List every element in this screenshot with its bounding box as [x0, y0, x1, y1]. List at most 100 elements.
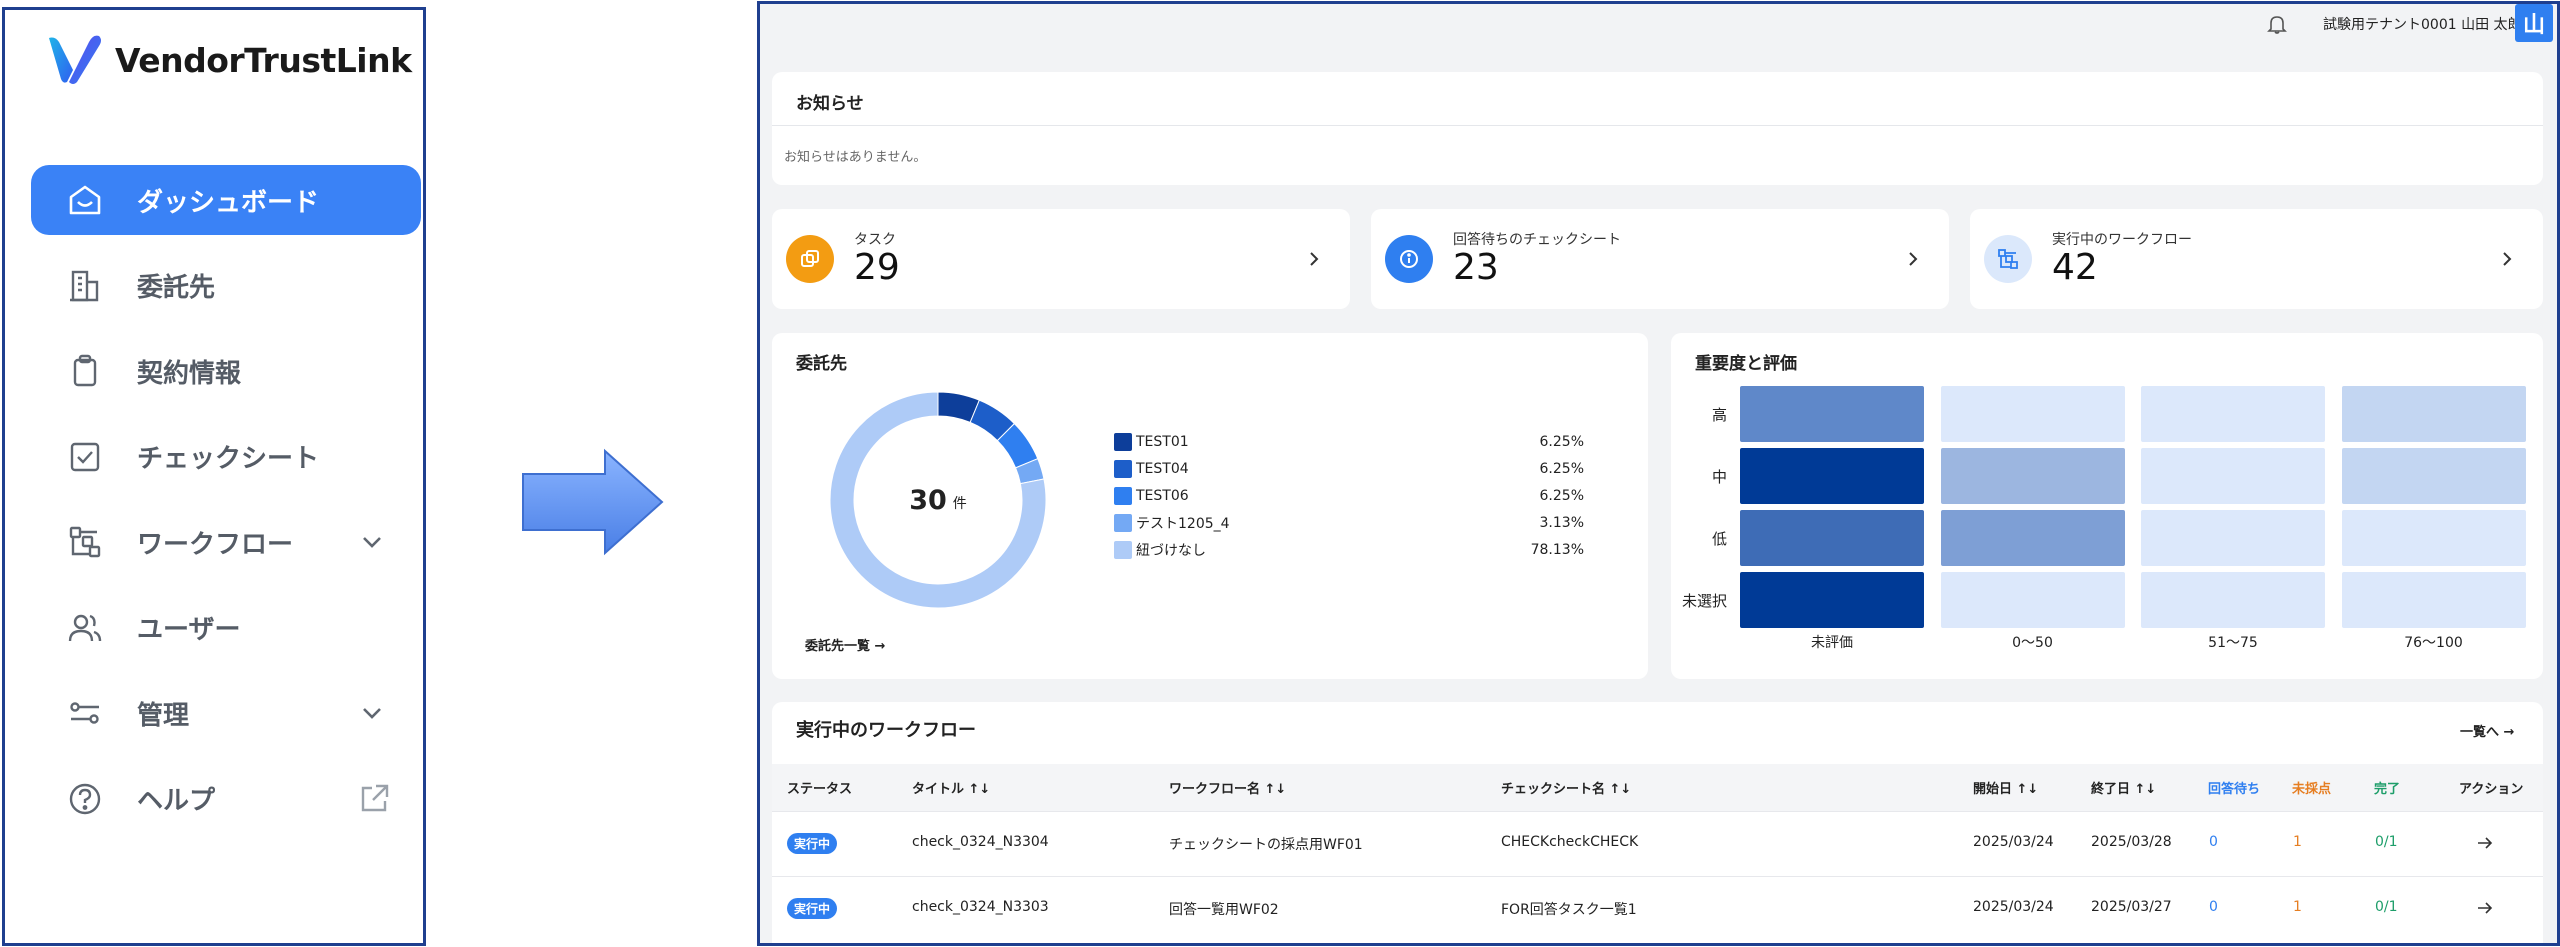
matrix-col-label: 0〜50	[2012, 635, 2053, 651]
matrix-cell[interactable]	[1940, 510, 2125, 566]
sidebar-item-label: 管理	[137, 700, 190, 731]
legend-swatch	[1114, 486, 1132, 505]
sidebar-item-dashboard[interactable]: ダッシュボード	[31, 165, 421, 235]
legend-name: テスト1205_4	[1136, 515, 1230, 532]
cell-workflow: 回答一覧用WF02	[1169, 902, 1279, 918]
bell-icon[interactable]	[2266, 13, 2288, 35]
matrix-cell[interactable]	[1940, 572, 2125, 628]
matrix-cell[interactable]	[2341, 572, 2526, 628]
matrix-cell[interactable]	[2141, 386, 2325, 442]
importance-matrix-card: 重要度と評価 高中低未選択 未評価 0〜50 51〜75 76〜100	[1671, 333, 2543, 679]
col-workflow[interactable]: ワークフロー名 ↑↓	[1169, 778, 1286, 797]
sidebar-item-label: 委託先	[137, 273, 216, 303]
building-icon	[65, 266, 105, 306]
cell-end: 2025/03/28	[2091, 834, 2172, 850]
tenant-user-label[interactable]: 試験用テナント0001 山田 太郎	[2323, 14, 2522, 34]
col-waiting: 回答待ち	[2208, 782, 2261, 797]
notice-body: お知らせはありません。	[784, 150, 927, 165]
logo[interactable]: VendorTrustLink	[45, 32, 412, 88]
workflow-list-link[interactable]: 一覧へ →	[2460, 721, 2514, 740]
cell-title: check_0324_N3304	[912, 834, 1049, 850]
status-badge: 実行中	[787, 898, 838, 919]
matrix-cell[interactable]	[1940, 448, 2125, 504]
workflows-card: 実行中のワークフロー 一覧へ → ステータス タイトル ↑↓ ワークフロー名 ↑…	[772, 702, 2543, 943]
table-header: ステータス タイトル ↑↓ ワークフロー名 ↑↓ チェックシート名 ↑↓ 開始日…	[772, 764, 2543, 811]
sidebar-item-users[interactable]: ユーザー	[31, 593, 421, 663]
sidebar-item-vendors[interactable]: 委託先	[31, 251, 421, 321]
home-icon	[65, 180, 105, 220]
matrix-cell[interactable]	[1740, 386, 1924, 442]
cell-checksheet: CHECKcheckCHECK	[1501, 834, 1639, 850]
col-unscored: 未採点	[2292, 782, 2332, 797]
external-link-icon	[361, 784, 389, 811]
matrix-row-label: 中	[1711, 468, 1727, 486]
col-start[interactable]: 開始日 ↑↓	[1973, 778, 2038, 797]
vendor-total-unit: 件	[952, 496, 967, 512]
logo-icon	[49, 35, 101, 84]
arrow-right-icon[interactable]	[2475, 898, 2495, 918]
legend-swatch	[1114, 513, 1132, 532]
stat-value: 29	[854, 247, 900, 288]
legend-swatch	[1114, 540, 1132, 559]
legend-name: TEST06	[1136, 487, 1189, 504]
legend-item: 紐づけなし 78.13%	[1114, 536, 1584, 563]
legend-percent: 3.13%	[1539, 514, 1584, 531]
table-row[interactable]: 実行中 check_0324_N3303 回答一覧用WF02 FOR回答タスク一覧1 2…	[772, 876, 2543, 940]
sidebar-item-label: ユーザー	[137, 615, 241, 645]
legend-percent: 6.25%	[1539, 433, 1584, 450]
vendor-list-link[interactable]: 委託先一覧 →	[805, 635, 885, 654]
stat-label: タスク	[854, 232, 896, 248]
matrix-cell[interactable]	[1740, 448, 1924, 504]
legend-percent: 6.25%	[1539, 487, 1584, 504]
help-icon	[65, 779, 105, 819]
legend-item: TEST01 6.25%	[1114, 428, 1584, 455]
cell-workflow: チェックシートの採点用WF01	[1169, 837, 1363, 853]
sidebar-item-label: ヘルプ	[137, 786, 216, 816]
sidebar-item-contracts[interactable]: 契約情報	[31, 336, 421, 406]
matrix-cell[interactable]	[2341, 386, 2526, 442]
status-badge: 実行中	[787, 833, 838, 854]
col-title[interactable]: タイトル ↑↓	[912, 778, 990, 797]
col-end[interactable]: 終了日 ↑↓	[2091, 778, 2156, 797]
clipboard-icon	[65, 351, 105, 391]
sidebar-item-help[interactable]: ヘルプ	[31, 764, 421, 834]
table-row[interactable]: 実行中 check_0324_N3304 チェックシートの採点用WF01 CHECKc…	[772, 811, 2543, 875]
stat-label: 回答待ちのチェックシート	[1453, 232, 1621, 248]
matrix-cell[interactable]	[2341, 448, 2526, 504]
right-arrow-icon	[522, 448, 664, 556]
sidebar-item-workflows[interactable]: ワークフロー	[31, 507, 421, 577]
chevron-right-icon	[1310, 252, 1319, 266]
matrix-cell[interactable]	[2341, 510, 2526, 566]
col-checksheet[interactable]: チェックシート名 ↑↓	[1501, 778, 1631, 797]
sidebar-item-checksheets[interactable]: チェックシート	[31, 422, 421, 492]
arrow-right-icon[interactable]	[2475, 833, 2495, 853]
stat-card-tasks[interactable]: タスク 29	[772, 209, 1350, 309]
matrix-title: 重要度と評価	[1695, 354, 1797, 374]
matrix-cell[interactable]	[2141, 572, 2325, 628]
sidebar-item-label: ダッシュボード	[137, 187, 320, 218]
sidebar-item-label: 契約情報	[137, 358, 242, 389]
sidebar-item-admin[interactable]: 管理	[31, 678, 421, 748]
notice-card: お知らせ お知らせはありません。	[772, 72, 2543, 185]
chevron-down-icon[interactable]	[357, 698, 387, 728]
stat-label: 実行中のワークフロー	[2052, 232, 2192, 248]
matrix-cell[interactable]	[1740, 510, 1924, 566]
vendor-total: 30	[909, 484, 947, 516]
cell-title: check_0324_N3303	[912, 899, 1049, 915]
avatar[interactable]: 山	[2515, 4, 2553, 42]
workflow-icon	[1984, 235, 2032, 283]
stat-card-workflows[interactable]: 実行中のワークフロー 42	[1970, 209, 2543, 309]
legend-name: TEST01	[1136, 433, 1189, 450]
matrix-cell[interactable]	[2141, 448, 2325, 504]
stat-card-checksheets[interactable]: 回答待ちのチェックシート 23	[1371, 209, 1949, 309]
matrix-cell[interactable]	[1740, 572, 1924, 628]
chevron-down-icon[interactable]	[357, 527, 387, 557]
legend-item: TEST06 6.25%	[1114, 482, 1584, 509]
legend-percent: 6.25%	[1539, 460, 1584, 477]
matrix-cell[interactable]	[2141, 510, 2325, 566]
cell-done: 0/1	[2375, 834, 2398, 850]
legend-swatch	[1114, 432, 1132, 451]
matrix-col-label: 未評価	[1811, 635, 1853, 651]
matrix-cell[interactable]	[1940, 386, 2125, 442]
stat-value: 42	[2052, 247, 2098, 288]
